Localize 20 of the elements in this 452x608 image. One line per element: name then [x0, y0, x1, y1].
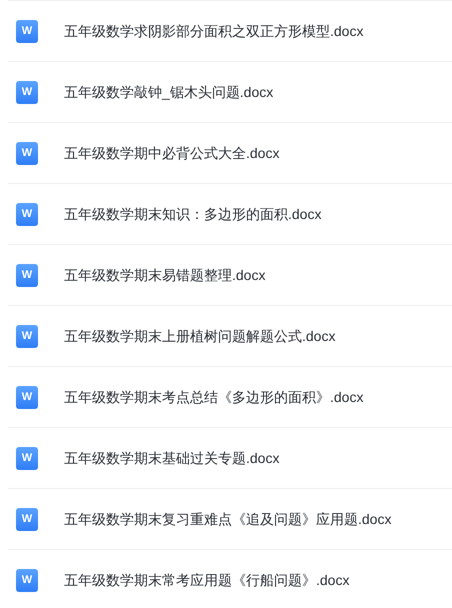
file-name[interactable]: 五年级数学求阴影部分面积之双正方形模型.docx: [64, 20, 364, 42]
document-icon: W: [16, 568, 38, 592]
file-name[interactable]: 五年级数学期末上册植树问题解题公式.docx: [64, 326, 336, 346]
file-name[interactable]: 五年级数学敲钟_锯木头问题.docx: [64, 82, 274, 102]
document-icon: W: [16, 264, 38, 286]
document-icon: W: [16, 80, 38, 104]
document-icon: W: [16, 446, 38, 470]
document-icon: W: [16, 386, 38, 408]
file-name[interactable]: 五年级数学期末知识：多边形的面积.docx: [64, 204, 322, 224]
file-name[interactable]: 五年级数学期末考点总结《多边形的面积》.docx: [64, 386, 364, 408]
file-name[interactable]: 五年级数学期末常考应用题《行船问题》.docx: [64, 570, 350, 590]
file-name[interactable]: 五年级数学期中必背公式大全.docx: [64, 142, 280, 164]
document-icon: W: [16, 20, 38, 42]
file-name[interactable]: 五年级数学期末复习重难点《追及问题》应用题.docx: [64, 508, 392, 530]
file-name[interactable]: 五年级数学期末基础过关专题.docx: [64, 448, 280, 468]
document-icon: W: [16, 202, 38, 226]
document-icon: W: [16, 508, 38, 530]
document-icon: W: [16, 142, 38, 164]
file-name[interactable]: 五年级数学期末易错题整理.docx: [64, 264, 266, 286]
document-icon: W: [16, 324, 38, 348]
